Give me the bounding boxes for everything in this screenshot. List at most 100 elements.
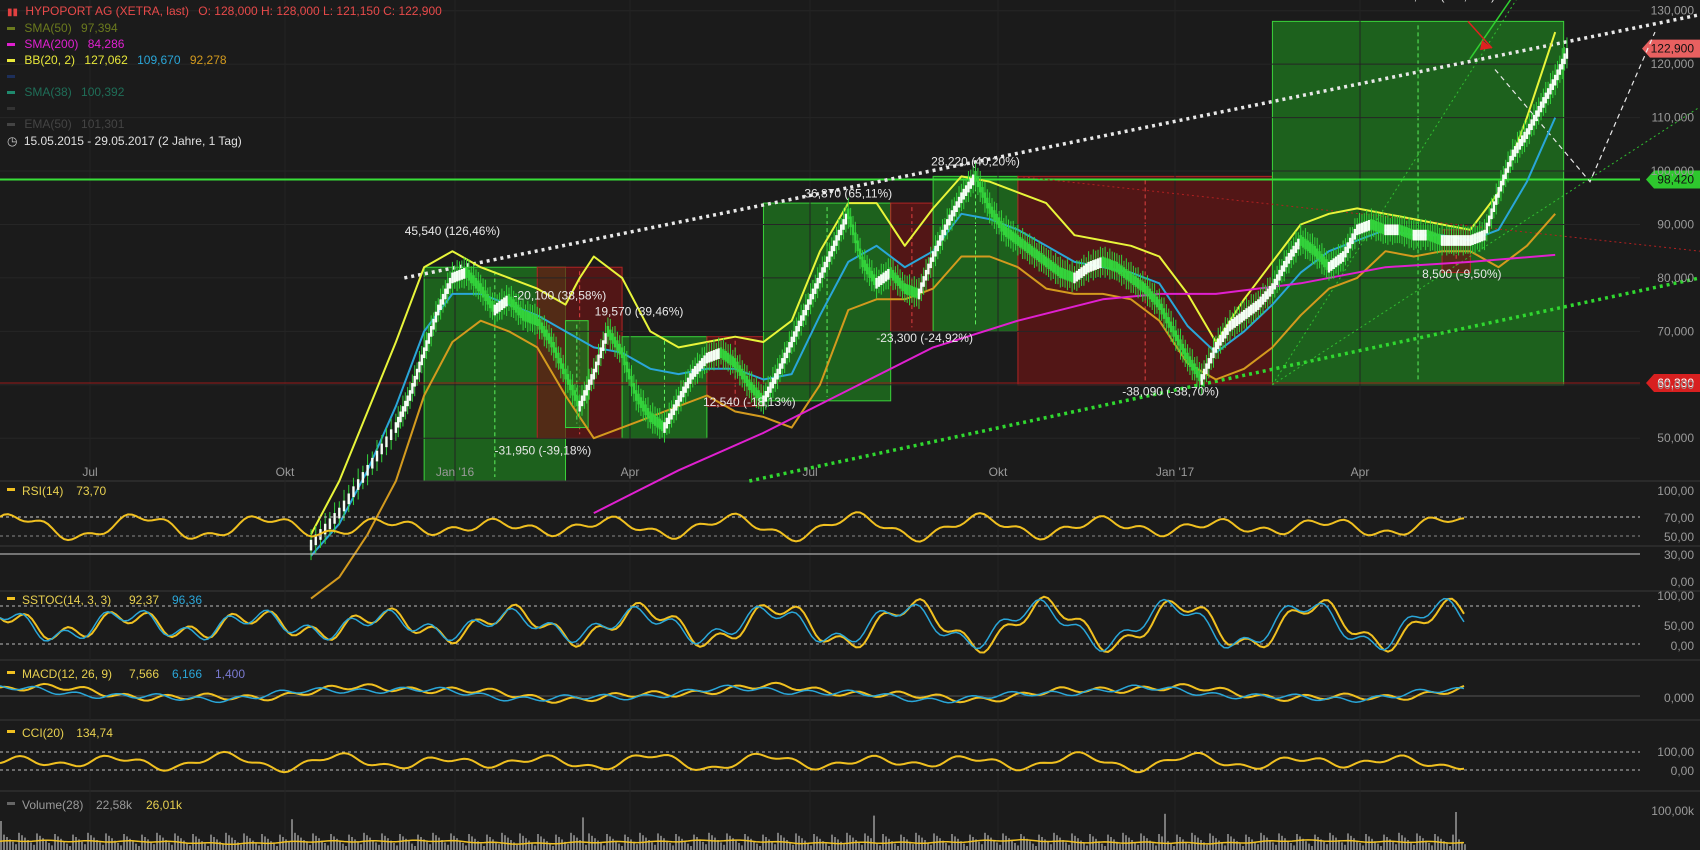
volume-bar bbox=[645, 837, 647, 850]
volume-bar bbox=[339, 841, 341, 850]
legend-bb[interactable]: BB(20, 2) 127,062 109,670 92,278 bbox=[7, 53, 227, 67]
volume-bar bbox=[297, 835, 299, 850]
candle-body bbox=[804, 304, 808, 316]
volume-bar bbox=[144, 837, 146, 850]
candle-body bbox=[1094, 259, 1097, 270]
volume-bar bbox=[1332, 835, 1334, 850]
candle-body bbox=[625, 361, 628, 373]
volume-bar bbox=[672, 845, 674, 850]
candle-body bbox=[540, 322, 544, 334]
candle-body bbox=[1101, 256, 1104, 268]
candle-body bbox=[524, 310, 527, 322]
candle-body bbox=[533, 314, 537, 326]
volume-bar bbox=[669, 843, 671, 850]
candle-body bbox=[630, 375, 633, 387]
volume-bar bbox=[51, 845, 53, 850]
candle-body bbox=[983, 192, 987, 204]
candle-body bbox=[479, 283, 482, 294]
volume-bar bbox=[555, 834, 557, 850]
candle-body bbox=[1537, 105, 1540, 117]
volume-bar bbox=[1455, 812, 1457, 850]
candle-body bbox=[425, 340, 428, 351]
price-chart[interactable]: 98,42060,330122,900 45,540 (126,46%)-20,… bbox=[0, 0, 1700, 850]
candle-body bbox=[623, 354, 626, 366]
candle-body bbox=[309, 539, 313, 551]
legend-ema50[interactable]: EMA(50) 101,301 bbox=[7, 117, 124, 131]
candle-body bbox=[1327, 261, 1331, 273]
candle-body bbox=[1438, 234, 1441, 245]
volume-bar bbox=[3, 834, 5, 850]
candle-body bbox=[1049, 260, 1053, 271]
candle-body bbox=[988, 203, 991, 214]
candle-body bbox=[913, 286, 916, 298]
candle-body bbox=[470, 272, 473, 284]
chart-title-text: HYPOPORT AG (XETRA, last) bbox=[25, 4, 189, 18]
candle-body bbox=[453, 271, 456, 283]
volume-bar bbox=[1284, 838, 1286, 850]
volume-bar bbox=[1407, 840, 1409, 850]
legend-sma38[interactable]: SMA(38) 100,392 bbox=[7, 85, 124, 99]
volume-bar bbox=[888, 838, 890, 850]
candle-body bbox=[769, 382, 772, 393]
candle-body bbox=[1141, 281, 1145, 293]
volume-bar bbox=[396, 845, 398, 850]
candle-body bbox=[503, 297, 506, 309]
volume-bar bbox=[120, 845, 122, 850]
candle-body bbox=[1040, 252, 1043, 264]
volume-bar bbox=[603, 845, 605, 850]
volume-bar bbox=[789, 842, 791, 850]
volume-bar bbox=[723, 844, 725, 850]
volume-bar bbox=[810, 845, 812, 850]
candle-body bbox=[1198, 370, 1201, 382]
volume-bar bbox=[678, 836, 680, 850]
candle-body bbox=[1396, 224, 1399, 236]
candle-body bbox=[1389, 224, 1392, 236]
volume-bar bbox=[570, 832, 572, 850]
candle-body bbox=[884, 270, 888, 282]
candle-body bbox=[825, 256, 829, 268]
legend-sma50[interactable]: SMA(50) 97,394 bbox=[7, 21, 118, 35]
candle-body bbox=[580, 395, 584, 407]
candle-body bbox=[1433, 232, 1437, 244]
panel-tick-label: 0,000 bbox=[1664, 691, 1694, 705]
legend-sma200[interactable]: SMA(200) 84,286 bbox=[7, 37, 124, 51]
panel-label: Volume(28) bbox=[22, 798, 83, 812]
candle-body bbox=[1447, 235, 1451, 246]
candle-body bbox=[1332, 258, 1335, 270]
volume-bar bbox=[39, 835, 41, 850]
volume-bar bbox=[1311, 846, 1313, 850]
candle-body bbox=[611, 333, 614, 344]
volume-bar bbox=[138, 846, 140, 850]
candle-body bbox=[632, 383, 636, 394]
volume-bar bbox=[1077, 838, 1079, 850]
candle-body bbox=[1384, 224, 1387, 236]
candle-body bbox=[1348, 237, 1352, 249]
candle-body bbox=[458, 269, 461, 281]
candle-body bbox=[1549, 83, 1552, 95]
candle-body bbox=[444, 288, 447, 300]
candle-body bbox=[1162, 308, 1166, 319]
candle-body bbox=[609, 329, 612, 341]
candle-body bbox=[1431, 231, 1434, 243]
volume-bar bbox=[771, 841, 773, 850]
candle-body bbox=[427, 333, 431, 344]
candle-body bbox=[592, 368, 595, 380]
candle-body bbox=[1169, 321, 1173, 333]
x-tick-label: Okt bbox=[276, 465, 295, 479]
volume-bar bbox=[84, 844, 86, 850]
candle-body bbox=[1478, 231, 1481, 243]
candle-body bbox=[477, 280, 480, 292]
candle-body bbox=[1247, 306, 1251, 318]
volume-bar bbox=[663, 838, 665, 850]
candle-body bbox=[700, 358, 704, 369]
candle-body bbox=[1153, 293, 1156, 305]
candle-body bbox=[1323, 256, 1326, 268]
candle-body bbox=[771, 377, 775, 389]
candle-body bbox=[495, 302, 499, 314]
date-range: ◷ 15.05.2015 - 29.05.2017 (2 Jahre, 1 Ta… bbox=[7, 134, 242, 148]
volume-bar bbox=[1041, 837, 1043, 850]
candle-body bbox=[1134, 276, 1137, 287]
candle-body bbox=[1436, 233, 1439, 245]
volume-bar bbox=[702, 841, 704, 850]
candle-body bbox=[1532, 114, 1536, 126]
